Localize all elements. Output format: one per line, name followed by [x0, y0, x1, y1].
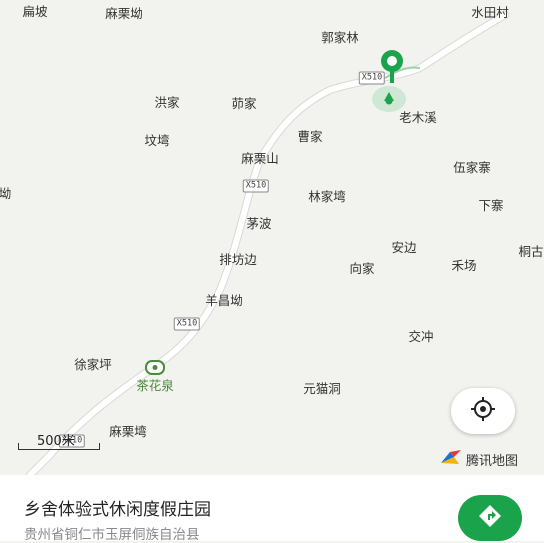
locate-button[interactable] — [451, 388, 515, 434]
place-title: 乡舍体验式休闲度假庄园 — [24, 500, 211, 520]
place-label: 洪家 — [154, 94, 180, 110]
place-label: 麻栗山 — [241, 150, 279, 166]
place-label: 安边 — [391, 239, 417, 255]
navigate-button[interactable] — [458, 495, 522, 541]
poi-label[interactable]: 茶花泉 — [136, 379, 174, 393]
place-label: 曹家 — [297, 128, 323, 144]
place-label: 向家 — [349, 260, 375, 276]
navigate-icon — [477, 503, 503, 533]
place-label: 坟塆 — [144, 132, 170, 148]
place-card[interactable]: 乡舍体验式休闲度假庄园 贵州省铜仁市玉屏侗族自治县 — [0, 475, 544, 543]
place-label: 茅波 — [246, 215, 272, 231]
map-scale: 500米 — [18, 430, 100, 450]
place-label: 徐家坪 — [74, 356, 112, 372]
scale-bar — [18, 443, 100, 450]
place-label: 桐古 — [518, 243, 544, 259]
location-dot-icon — [371, 84, 407, 118]
place-label: 下寨 — [478, 197, 504, 213]
place-label: 坳 — [0, 185, 12, 201]
place-label: 郭家林 — [321, 29, 359, 45]
map-canvas[interactable]: 扁坡 麻栗坳 水田村 郭家林 洪家 茆家 老木溪 坟塆 曹家 麻栗山 伍家寨 坳… — [0, 0, 544, 475]
place-label: 水田村 — [471, 4, 509, 20]
place-label: 元猫洞 — [303, 380, 341, 396]
map-brand: 腾讯地图 — [440, 449, 518, 469]
place-label: 羊昌坳 — [205, 292, 243, 308]
poi-icon[interactable] — [145, 360, 165, 380]
road-shield: X510 — [242, 179, 270, 193]
place-label: 排坊边 — [219, 251, 257, 267]
map-pin-icon[interactable] — [376, 49, 408, 89]
place-label: 麻栗坳 — [105, 5, 143, 21]
place-label: 茆家 — [231, 95, 257, 111]
place-label: 伍家寨 — [453, 159, 491, 175]
main-road-fill — [27, 12, 508, 475]
place-label: 林家塆 — [308, 188, 346, 204]
tencent-maps-logo-icon — [440, 449, 462, 469]
crosshair-icon — [470, 396, 496, 426]
place-label: 禾场 — [451, 257, 477, 273]
place-label: 扁坡 — [22, 3, 48, 19]
place-label: 麻栗塆 — [109, 423, 147, 439]
road-shield: X510 — [173, 317, 201, 331]
place-label: 交冲 — [408, 328, 434, 344]
place-address: 贵州省铜仁市玉屏侗族自治县 — [24, 527, 200, 543]
brand-label: 腾讯地图 — [466, 453, 519, 469]
